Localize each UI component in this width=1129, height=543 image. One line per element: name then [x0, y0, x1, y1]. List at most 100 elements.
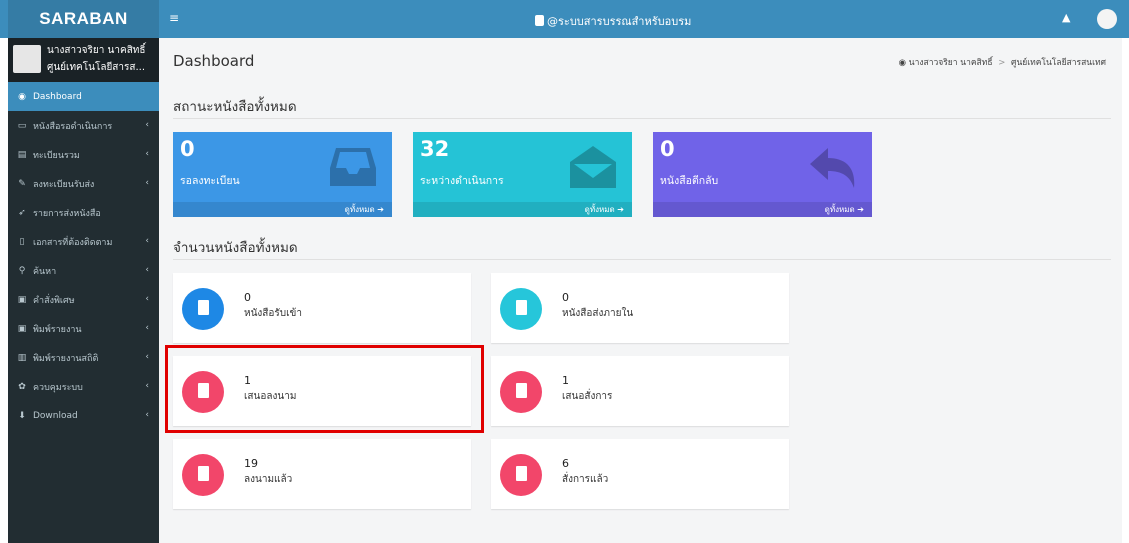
- card-internal[interactable]: 0 หนังสือส่งภายใน: [491, 273, 789, 343]
- sidebar-menu: ◉ Dashboard ▭ หนังสือรอดำเนินการ ‹ ▤ ทะเบียน…: [8, 82, 159, 430]
- send-icon: ➶: [18, 207, 26, 218]
- file-icon: [500, 371, 542, 413]
- inbox-icon: [330, 148, 376, 186]
- top-navbar: SARABAN ≡ @ระบบสารบรรณสำหรับอบรม ▲: [0, 0, 1129, 38]
- user-org: ศูนย์เทคโนโลยีสารส...: [47, 62, 146, 73]
- status-label: รอลงทะเบียน: [180, 175, 240, 187]
- print-icon: ▣: [17, 323, 27, 334]
- card-value: 0: [562, 291, 569, 304]
- sidebar-item-registry[interactable]: ▤ ทะเบียนรวม ‹: [8, 140, 159, 169]
- highlight-box: [165, 345, 484, 433]
- status-value: 0: [180, 137, 195, 161]
- sidebar-item-label: เอกสารที่ต้องติดตาม: [33, 237, 113, 248]
- sidebar-item-search[interactable]: ⚲ ค้นหา ‹: [8, 256, 159, 285]
- sidebar-item-pending[interactable]: ▭ หนังสือรอดำเนินการ ‹: [8, 111, 159, 140]
- sidebar-item-label: พิมพ์รายงานสถิติ: [33, 353, 99, 364]
- reply-icon: [810, 148, 855, 188]
- bar-chart-icon: ▥: [17, 352, 27, 363]
- sidebar-item-label: Dashboard: [33, 91, 82, 102]
- card-ordered[interactable]: 6 สั่งการแล้ว: [491, 439, 789, 509]
- sidebar-item-download[interactable]: ⬇ Download ‹: [8, 401, 159, 430]
- search-icon: ⚲: [18, 265, 26, 276]
- breadcrumb-user[interactable]: นางสาวจริยา นาคสิทธิ์: [909, 58, 993, 68]
- sidebar: นางสาวจริยา นาคสิทธิ์ ศูนย์เทคโนโลยีสารส…: [8, 38, 159, 543]
- sidebar-item-label: ลงทะเบียนรับส่ง: [33, 179, 95, 190]
- user-name: นางสาวจริยา นาคสิทธิ์: [47, 45, 146, 56]
- card-label: สั่งการแล้ว: [562, 474, 609, 485]
- chevron-left-icon: ‹: [145, 323, 149, 333]
- download-icon: ⬇: [18, 410, 26, 421]
- card-label: ลงนามแล้ว: [244, 474, 293, 485]
- system-title: @ระบบสารบรรณสำหรับอบรม: [535, 12, 691, 30]
- breadcrumb-org: ศูนย์เทคโนโลยีสารสนเทศ: [1011, 58, 1106, 68]
- status-box-in-progress: 32 ระหว่างดำเนินการ ดูทั้งหมด ➔: [413, 132, 632, 217]
- section-status-title: สถานะหนังสือทั้งหมด: [173, 99, 297, 115]
- breadcrumb: ◉ นางสาวจริยา นาคสิทธิ์ > ศูนย์เทคโนโลยี…: [899, 55, 1106, 69]
- file-icon: [182, 454, 224, 496]
- menu-toggle-icon[interactable]: ≡: [169, 11, 179, 25]
- card-value: 1: [562, 374, 569, 387]
- chevron-left-icon: ‹: [145, 352, 149, 362]
- user-panel: นางสาวจริยา นาคสิทธิ์ ศูนย์เทคโนโลยีสารส…: [8, 38, 159, 82]
- bell-icon[interactable]: ▲: [1062, 11, 1070, 24]
- database-icon: [535, 15, 544, 26]
- sidebar-item-label: รายการส่งหนังสือ: [33, 208, 101, 219]
- card-signed[interactable]: 19 ลงนามแล้ว: [173, 439, 471, 509]
- card-value: 0: [244, 291, 251, 304]
- user-avatar: [13, 45, 41, 73]
- print-icon: ▣: [17, 294, 27, 305]
- view-all-link[interactable]: ดูทั้งหมด ➔: [653, 202, 872, 217]
- monitor-icon: ▭: [17, 120, 27, 131]
- sidebar-item-special-orders[interactable]: ▣ คำสั่งพิเศษ ‹: [8, 285, 159, 314]
- chevron-left-icon: ‹: [145, 294, 149, 304]
- sidebar-item-label: หนังสือรอดำเนินการ: [33, 121, 113, 132]
- sidebar-item-tracking[interactable]: ▯ เอกสารที่ต้องติดตาม ‹: [8, 227, 159, 256]
- status-box-returned: 0 หนังสือตีกลับ ดูทั้งหมด ➔: [653, 132, 872, 217]
- sidebar-item-label: ค้นหา: [33, 266, 57, 277]
- dashboard-icon: ◉: [18, 91, 26, 102]
- chevron-left-icon: ‹: [145, 381, 149, 391]
- app-logo[interactable]: SARABAN: [8, 0, 159, 38]
- status-label: หนังสือตีกลับ: [660, 175, 719, 187]
- card-incoming[interactable]: 0 หนังสือรับเข้า: [173, 273, 471, 343]
- chevron-left-icon: ‹: [145, 120, 149, 130]
- sidebar-item-system-control[interactable]: ✿ ควบคุมระบบ ‹: [8, 372, 159, 401]
- card-label: หนังสือส่งภายใน: [562, 308, 634, 319]
- scrollbar[interactable]: [1122, 38, 1129, 543]
- view-all-link[interactable]: ดูทั้งหมด ➔: [413, 202, 632, 217]
- card-propose-order[interactable]: 1 เสนอสั่งการ: [491, 356, 789, 426]
- sidebar-item-register[interactable]: ✎ ลงทะเบียนรับส่ง ‹: [8, 169, 159, 198]
- edit-icon: ✎: [18, 178, 26, 189]
- envelope-open-icon: [570, 146, 616, 188]
- status-value: 0: [660, 137, 675, 161]
- chevron-left-icon: ‹: [145, 149, 149, 159]
- system-title-text: @ระบบสารบรรณสำหรับอบรม: [547, 15, 692, 28]
- gear-icon: ✿: [18, 381, 26, 392]
- page-title: Dashboard: [173, 52, 255, 70]
- card-label: เสนอสั่งการ: [562, 391, 613, 402]
- view-all-link[interactable]: ดูทั้งหมด ➔: [173, 202, 392, 217]
- sidebar-item-label: Download: [33, 410, 78, 421]
- sidebar-item-label: ทะเบียนรวม: [33, 150, 80, 161]
- sidebar-item-send-list[interactable]: ➶ รายการส่งหนังสือ: [8, 198, 159, 227]
- card-label: หนังสือรับเข้า: [244, 308, 303, 319]
- user-avatar-icon[interactable]: [1097, 9, 1117, 29]
- sidebar-item-label: พิมพ์รายงาน: [33, 324, 82, 335]
- divider: [173, 259, 1111, 260]
- chevron-left-icon: ‹: [145, 410, 149, 420]
- user-circle-icon: ◉: [898, 58, 907, 68]
- bookmark-icon: ▯: [19, 236, 25, 247]
- sidebar-item-label: ควบคุมระบบ: [33, 382, 83, 393]
- book-icon: ▤: [17, 149, 27, 160]
- divider: [173, 118, 1111, 119]
- breadcrumb-separator: >: [998, 58, 1006, 68]
- chevron-left-icon: ‹: [145, 265, 149, 275]
- sidebar-item-print-report[interactable]: ▣ พิมพ์รายงาน ‹: [8, 314, 159, 343]
- card-value: 6: [562, 457, 569, 470]
- chevron-left-icon: ‹: [145, 236, 149, 246]
- sidebar-item-stats-report[interactable]: ▥ พิมพ์รายงานสถิติ ‹: [8, 343, 159, 372]
- status-label: ระหว่างดำเนินการ: [420, 175, 504, 187]
- sidebar-item-dashboard[interactable]: ◉ Dashboard: [8, 82, 159, 111]
- download-doc-icon: [182, 288, 224, 330]
- chevron-left-icon: ‹: [145, 178, 149, 188]
